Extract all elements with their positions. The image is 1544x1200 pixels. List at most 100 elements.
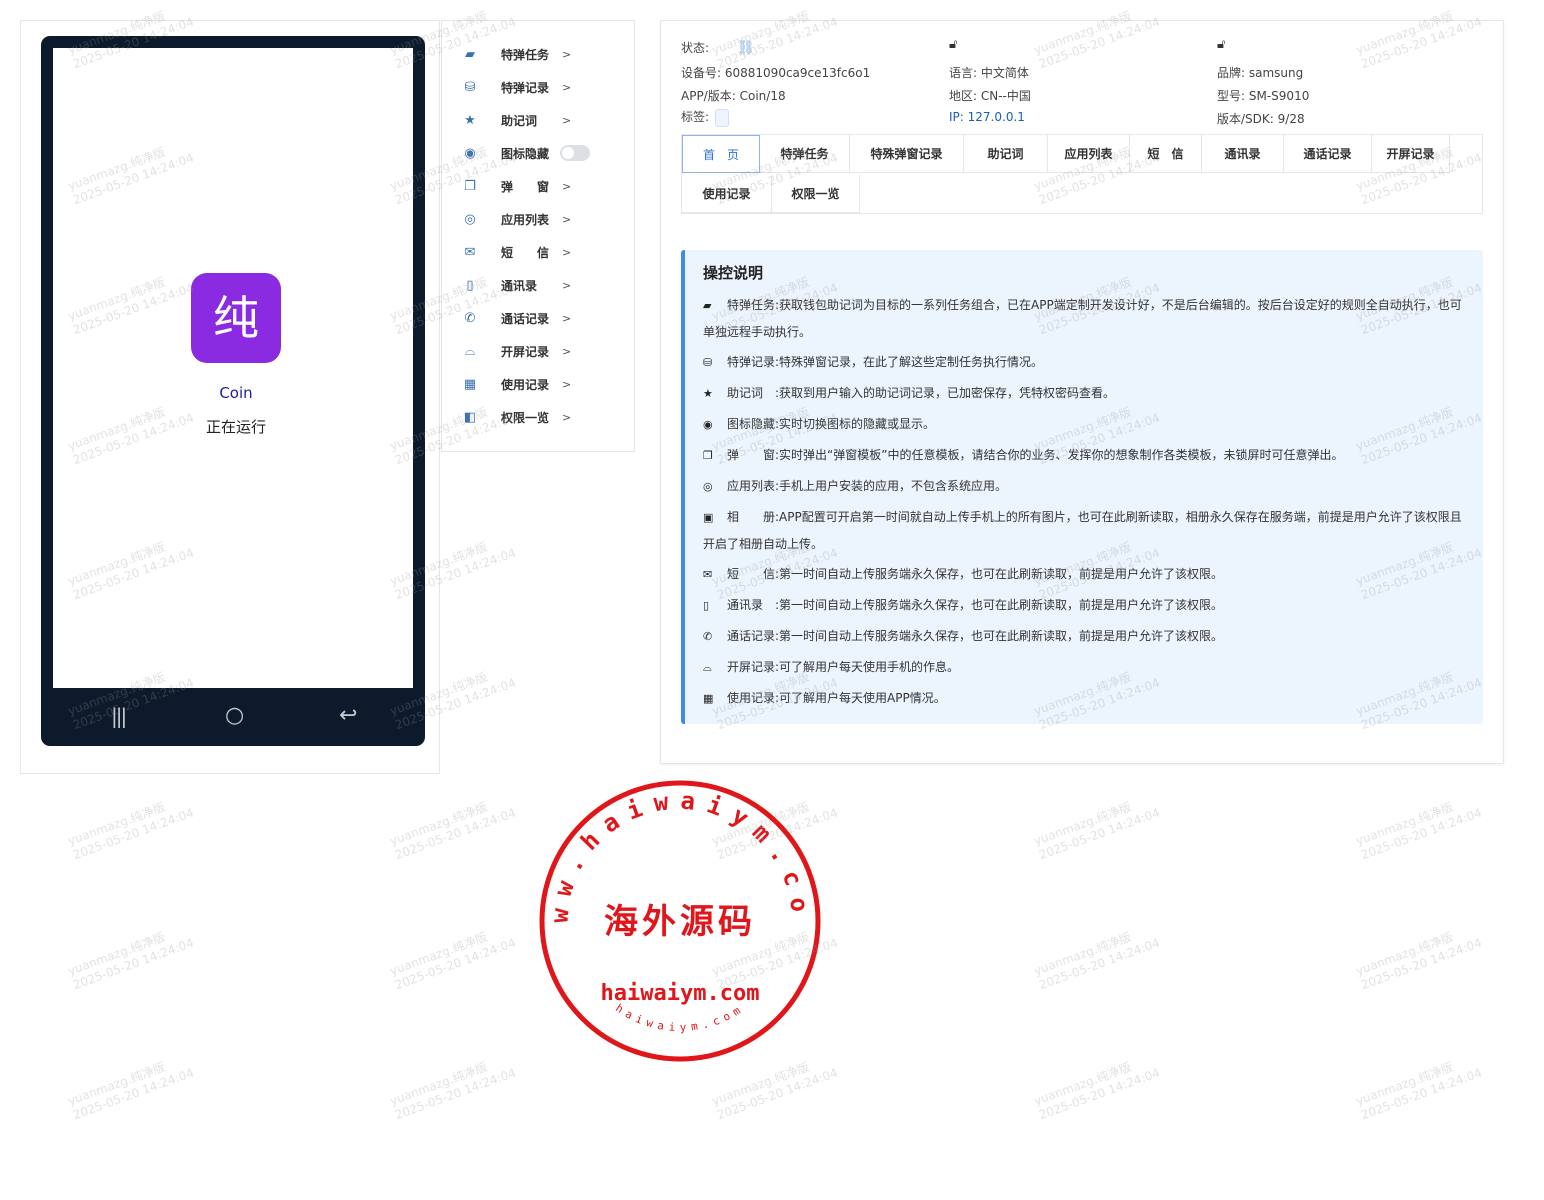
ip-label: IP: — [949, 110, 964, 124]
phone-screen: 纯 Coin 正在运行 — [53, 48, 413, 688]
phone-preview-panel: 纯 Coin 正在运行 ||| ○ ↩ — [20, 20, 440, 774]
menu-item-7[interactable]: ✉ 短 信 > — [442, 240, 636, 264]
menu-item-1[interactable]: ▰ 特弹任务 > — [442, 42, 636, 66]
tab-1[interactable]: 首 页 — [682, 135, 760, 173]
tag-field: 标签: — [681, 108, 730, 127]
watermark-text: yuanmazg.纯净版 2025-05-20 14:24:04 — [1032, 1051, 1162, 1123]
phone-icon: ✆ — [703, 630, 713, 643]
instruction-text: 第一时间自动上传服务端永久保存，也可在此刷新读取，前提是用户允许了该权限。 — [779, 567, 1224, 581]
watermark-line2: 2025-05-20 14:24:04 — [71, 805, 196, 863]
tab-11[interactable]: 权限一览 — [772, 175, 860, 213]
menu-item-5[interactable]: ❐ 弹 窗 > — [442, 174, 636, 198]
chevron-right-icon: > — [562, 47, 572, 61]
menu-item-2[interactable]: ⛁ 特弹记录 > — [442, 75, 636, 99]
instruction-label: 图标隐藏: — [727, 417, 780, 431]
instruction-label: 短 信: — [727, 567, 780, 581]
instruction-text: APP配置可开启第一时间就自动上传手机上的所有图片，也可在此刷新读取，相册永久保… — [703, 510, 1462, 551]
instruction-label: 相 册: — [727, 510, 780, 524]
tag-badge[interactable] — [715, 108, 730, 127]
app-version-field: APP/版本: Coin/18 — [681, 87, 786, 104]
model-value: SM-S9010 — [1248, 89, 1310, 103]
instruction-line: ✆ 通话记录:第一时间自动上传服务端永久保存，也可在此刷新读取，前提是用户允许了该… — [703, 623, 1471, 650]
watermark-line2: 2025-05-20 14:24:04 — [1359, 805, 1484, 863]
stamp-inner-ring-text: haiwaiym.com — [613, 1001, 747, 1034]
device-info: 状态: ⛓ 设备号: 60881090ca9ce13fc6o1 APP/版本: … — [681, 35, 1481, 131]
icon-hide-toggle[interactable] — [560, 145, 590, 161]
language-label: 语言: — [949, 66, 978, 80]
menu-item-label: 图标隐藏 — [501, 146, 550, 161]
app-version-value: Coin/18 — [739, 89, 786, 103]
instruction-text: 获取钱包助记词为目标的一系列任务组合，已在APP端定制开发设计好，不是后台编辑的… — [703, 298, 1462, 339]
instruction-label: 通话记录: — [727, 629, 780, 643]
home-icon[interactable]: ○ — [225, 702, 244, 730]
wallet-icon: ▰ — [703, 299, 712, 312]
watermark-line1: yuanmazg.纯净版 — [1032, 1059, 1134, 1109]
model-field: 型号: SM-S9010 — [1217, 87, 1309, 104]
language-value: 中文简体 — [980, 66, 1029, 80]
menu-item-10[interactable]: ⌓ 开屏记录 > — [442, 339, 636, 363]
unlock-icon[interactable]: 🔓︎ — [1217, 37, 1225, 52]
contacts-icon: ▯ — [466, 277, 474, 293]
menu-item-12[interactable]: ◧ 权限一览 > — [442, 405, 636, 429]
menu-item-6[interactable]: ◎ 应用列表 > — [442, 207, 636, 231]
instruction-text: 实时弹出“弹窗模板”中的任意模板，请结合你的业务、发挥你的想象制作各类模板，未锁… — [779, 448, 1344, 462]
instruction-line: ◉ 图标隐藏:实时切换图标的隐藏或显示。 — [703, 411, 1471, 438]
app-version-label: APP/版本: — [681, 89, 736, 103]
brand-value: samsung — [1248, 66, 1304, 80]
watermark-text: yuanmazg.纯净版 2025-05-20 14:24:04 — [388, 791, 518, 863]
instruction-text: 可了解用户每天使用APP情况。 — [779, 691, 946, 705]
copy-icon: ❐ — [464, 178, 476, 194]
instruction-text: 可了解用户每天使用手机的作息。 — [779, 660, 960, 674]
menu-item-9[interactable]: ✆ 通话记录 > — [442, 306, 636, 330]
watermark-text: yuanmazg.纯净版 2025-05-20 14:24:04 — [66, 921, 196, 993]
menu-item-3[interactable]: ★ 助记词 > — [442, 108, 636, 132]
menu-item-8[interactable]: ▯ 通讯录 > — [442, 273, 636, 297]
instruction-line: ★ 助记词 :获取到用户输入的助记词记录，已加密保存，凭特权密码查看。 — [703, 380, 1471, 407]
watermark-line2: 2025-05-20 14:24:04 — [393, 805, 518, 863]
tab-3[interactable]: 特殊弹窗记录 — [850, 135, 964, 173]
watermark-line1: yuanmazg.纯净版 — [1354, 1059, 1456, 1109]
watermark-text: yuanmazg.纯净版 2025-05-20 14:24:04 — [388, 921, 518, 993]
watermark-line2: 2025-05-20 14:24:04 — [1359, 1065, 1484, 1123]
app-icon[interactable]: 纯 — [191, 273, 281, 363]
lock-icon[interactable]: 🔓︎ — [949, 37, 957, 52]
sunrise-icon: ⌓ — [703, 661, 712, 674]
device-id-field: 设备号: 60881090ca9ce13fc6o1 — [681, 64, 870, 81]
tab-4[interactable]: 助记词 — [964, 135, 1048, 173]
chevron-right-icon: > — [562, 113, 572, 127]
tab-8[interactable]: 通话记录 — [1284, 135, 1372, 173]
tab-9[interactable]: 开屏记录 — [1372, 135, 1450, 173]
contacts-icon: ▯ — [703, 599, 710, 612]
instruction-text: 获取到用户输入的助记词记录，已加密保存，凭特权密码查看。 — [779, 386, 1116, 400]
tab-6[interactable]: 短 信 — [1130, 135, 1202, 173]
menu-item-11[interactable]: ▦ 使用记录 > — [442, 372, 636, 396]
back-icon[interactable]: ↩ — [339, 702, 357, 730]
instruction-line: ▣ 相 册:APP配置可开启第一时间就自动上传手机上的所有图片，也可在此刷新读取，… — [703, 504, 1471, 557]
side-menu: ▰ 特弹任务 > ⛁ 特弹记录 > ★ 助记词 > ◉ 图标隐藏 ❐ 弹 窗 > ◎ 应用列表 > ✉ 短 信 > ▯ 通… — [441, 20, 635, 452]
instruction-label: 助记词 : — [727, 386, 780, 400]
tab-2[interactable]: 特弹任务 — [760, 135, 850, 173]
recent-apps-icon[interactable]: ||| — [111, 702, 127, 730]
region-field: 地区: CN--中国 — [949, 87, 1031, 104]
copy-icon: ❐ — [703, 449, 713, 462]
watermark-text: yuanmazg.纯净版 2025-05-20 14:24:04 — [1354, 1051, 1484, 1123]
sdk-value: 9/28 — [1277, 112, 1305, 126]
chrome-icon: ◎ — [703, 480, 713, 493]
menu-item-4[interactable]: ◉ 图标隐藏 — [442, 141, 636, 165]
watermark-line2: 2025-05-20 14:24:04 — [1037, 805, 1162, 863]
link-icon[interactable]: ⛓ — [737, 40, 755, 56]
chrome-icon: ◎ — [464, 211, 476, 227]
instructions-box: 操控说明 ▰ 特弹任务:获取钱包助记词为目标的一系列任务组合，已在APP端定制开发… — [681, 250, 1483, 724]
tab-10[interactable]: 使用记录 — [682, 175, 772, 213]
tab-5[interactable]: 应用列表 — [1048, 135, 1130, 173]
watermark-line2: 2025-05-20 14:24:04 — [71, 1065, 196, 1123]
app-name: Coin — [219, 384, 253, 402]
menu-item-label: 权限一览 — [501, 410, 550, 425]
instruction-label: 通讯录 : — [727, 598, 780, 612]
brand-field: 品牌: samsung — [1217, 64, 1303, 81]
chevron-right-icon: > — [562, 344, 572, 358]
instruction-line: ⌓ 开屏记录:可了解用户每天使用手机的作息。 — [703, 654, 1471, 681]
watermark-line1: yuanmazg.纯净版 — [1354, 799, 1456, 849]
tab-7[interactable]: 通讯录 — [1202, 135, 1284, 173]
brand-label: 品牌: — [1217, 66, 1246, 80]
